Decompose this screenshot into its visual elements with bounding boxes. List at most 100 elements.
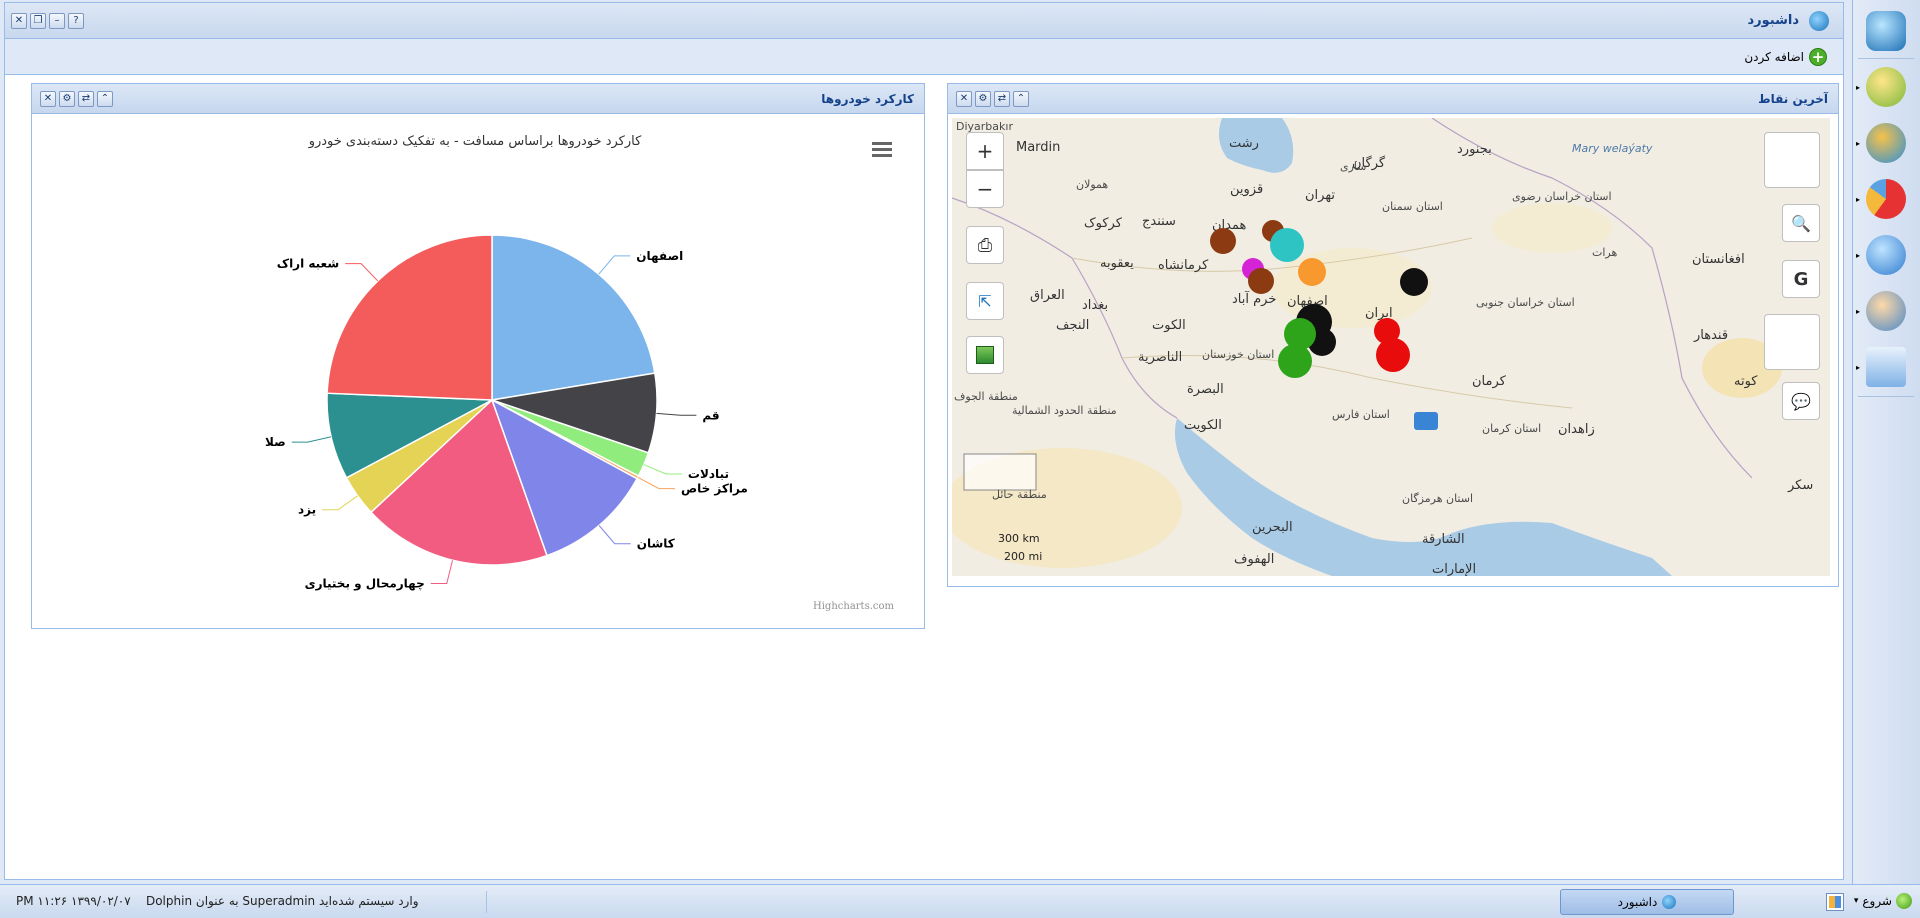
login-message: Dolphin به عنوان Superadmin وارد سیستم ش… bbox=[145, 894, 419, 908]
chart-menu-button[interactable]: ▸ bbox=[1856, 176, 1910, 222]
map-label: الناصریة bbox=[1138, 350, 1183, 365]
pie-connector bbox=[643, 464, 682, 475]
start-button[interactable]: شروع ▾ bbox=[1854, 893, 1912, 909]
minimize-window-button[interactable]: – bbox=[49, 13, 65, 29]
refresh-icon[interactable]: ⇄ bbox=[994, 91, 1010, 107]
map-label: تهران bbox=[1305, 188, 1335, 203]
vehicle-marker[interactable] bbox=[1278, 344, 1312, 378]
portlet-header: ✕ ⚙ ⇄ ⌃ کارکرد خودروها bbox=[32, 84, 924, 114]
latest-points-portlet: ✕ ⚙ ⇄ ⌃ آخرین نقاط Diyarbakır Mardin Mar… bbox=[947, 83, 1839, 587]
map-label: بجنورد bbox=[1457, 142, 1492, 157]
dropdown-arrow-icon: ▸ bbox=[1856, 83, 1861, 92]
close-portlet-button[interactable]: ✕ bbox=[956, 91, 972, 107]
taskbar-dashboard-button[interactable]: داشبورد bbox=[1560, 889, 1734, 915]
gear-icon[interactable]: ⚙ bbox=[59, 91, 75, 107]
print-button[interactable]: ⎙ bbox=[966, 226, 1004, 264]
pie-slice[interactable] bbox=[326, 234, 493, 401]
vehicle-marker[interactable] bbox=[1376, 338, 1410, 372]
restore-window-button[interactable]: ❐ bbox=[30, 13, 46, 29]
pie-connector bbox=[430, 560, 453, 585]
start-label: شروع bbox=[1862, 894, 1892, 908]
pie-connector bbox=[598, 525, 631, 545]
scale-km: 300 km bbox=[998, 532, 1040, 545]
search-button[interactable]: 🔍 bbox=[1782, 204, 1820, 242]
dashboard-window: ✕ ❐ – ? داشبورد + اضافه کردن ✕ ⚙ ⇄ ⌃ آخر… bbox=[4, 2, 1844, 880]
image-add-icon bbox=[976, 346, 994, 364]
app-logo-button[interactable] bbox=[1862, 8, 1910, 54]
zoom-in-button[interactable]: + bbox=[966, 132, 1004, 170]
users-icon bbox=[1866, 67, 1906, 107]
external-link-icon: ⇱ bbox=[978, 291, 992, 311]
media-menu-button[interactable]: ▸ bbox=[1856, 232, 1910, 278]
globe-menu-button[interactable]: ▸ bbox=[1856, 120, 1910, 166]
map-label: هرات bbox=[1592, 246, 1618, 259]
window-header: ✕ ❐ – ? داشبورد bbox=[5, 3, 1843, 39]
map-label: منطقة الجوف bbox=[954, 390, 1018, 403]
launcher-bar: ▸ ▸ ▸ ▸ ▸ ▸ bbox=[1852, 0, 1920, 884]
pie-connector bbox=[345, 263, 379, 282]
zoom-out-button[interactable]: − bbox=[966, 170, 1004, 208]
vehicle-marker[interactable] bbox=[1298, 258, 1326, 286]
vehicle-marker[interactable] bbox=[1414, 412, 1438, 430]
dropdown-arrow-icon: ▸ bbox=[1856, 195, 1861, 204]
start-icon bbox=[1896, 893, 1912, 909]
map-label: قندهار bbox=[1694, 328, 1729, 343]
quick-launch-icon[interactable] bbox=[1826, 893, 1844, 911]
user-settings-menu-button[interactable]: ▸ bbox=[1856, 288, 1910, 334]
gear-icon[interactable]: ⚙ bbox=[975, 91, 991, 107]
users-menu-button[interactable]: ▸ bbox=[1856, 64, 1910, 110]
messages-menu-button[interactable]: ▸ bbox=[1856, 344, 1910, 390]
close-portlet-button[interactable]: ✕ bbox=[40, 91, 56, 107]
vehicle-marker[interactable] bbox=[1270, 228, 1304, 262]
dashboard-icon bbox=[1662, 895, 1677, 909]
map-overview-box[interactable] bbox=[1764, 132, 1820, 188]
speech-bubble-icon: 💬 bbox=[1791, 391, 1811, 411]
vehicle-marker[interactable] bbox=[1210, 228, 1236, 254]
portlet-tools: ✕ ⚙ ⇄ ⌃ bbox=[956, 91, 1029, 107]
add-layer-button[interactable] bbox=[966, 336, 1004, 374]
pie-label: یزد bbox=[298, 503, 316, 517]
map-label: ساری bbox=[1340, 160, 1367, 173]
pie-chart: کارکرد خودروها براساس مسافت - به تفکیک د… bbox=[38, 122, 912, 622]
pie-connector bbox=[656, 412, 697, 416]
vehicle-marker[interactable] bbox=[1400, 268, 1428, 296]
refresh-icon[interactable]: ⇄ bbox=[78, 91, 94, 107]
map-label: البصرة bbox=[1187, 382, 1224, 397]
map-label: افغانستان bbox=[1692, 252, 1745, 267]
globe-icon bbox=[1866, 123, 1906, 163]
map-layer-box[interactable] bbox=[1764, 314, 1820, 370]
comment-button[interactable]: 💬 bbox=[1782, 382, 1820, 420]
pie-label: قم bbox=[702, 408, 719, 422]
help-button[interactable]: ? bbox=[68, 13, 84, 29]
portlet-title: آخرین نقاط bbox=[1758, 92, 1828, 106]
map-label: سنندج bbox=[1142, 214, 1176, 229]
pie-connector bbox=[322, 495, 358, 511]
pie-slice[interactable] bbox=[491, 234, 656, 401]
collapse-icon[interactable]: ⌃ bbox=[1013, 91, 1029, 107]
open-external-button[interactable]: ⇱ bbox=[966, 282, 1004, 320]
collapse-icon[interactable]: ⌃ bbox=[97, 91, 113, 107]
map-label: الإمارات bbox=[1432, 562, 1477, 576]
pie-label: مراکز خاص bbox=[681, 482, 748, 496]
map-label: یعقوبه bbox=[1100, 256, 1134, 271]
map-label: زاهدان bbox=[1558, 422, 1595, 437]
pie-label: چهارمحال و بختیاری bbox=[305, 577, 425, 592]
chevron-down-icon: ▾ bbox=[1853, 896, 1859, 906]
status-datetime: PM ۱۱:۲۶ ۱۳۹۹/۰۲/۰۷ bbox=[16, 894, 131, 908]
map-label: کوته bbox=[1734, 374, 1758, 389]
portlet-header: ✕ ⚙ ⇄ ⌃ آخرین نقاط bbox=[948, 84, 1838, 114]
map-label: الکویت bbox=[1184, 418, 1222, 433]
printer-icon: ⎙ bbox=[977, 234, 993, 256]
portlet-title: کارکرد خودروها bbox=[821, 92, 914, 106]
dashboard-icon bbox=[1809, 11, 1829, 31]
map-label: الکوت bbox=[1152, 318, 1186, 333]
vehicle-marker[interactable] bbox=[1248, 268, 1274, 294]
google-button[interactable]: G bbox=[1782, 260, 1820, 298]
add-button[interactable]: + اضافه کردن bbox=[1744, 48, 1827, 66]
map-label: کرمانشاه bbox=[1158, 258, 1209, 273]
map-label: رشت bbox=[1229, 136, 1259, 151]
pie-label: اصفهان bbox=[636, 249, 683, 263]
map-label: کرکوک bbox=[1084, 216, 1122, 231]
map-view[interactable]: Diyarbakır Mardin Mary welaýaty گرگان بج… bbox=[952, 118, 1830, 576]
close-window-button[interactable]: ✕ bbox=[11, 13, 27, 29]
